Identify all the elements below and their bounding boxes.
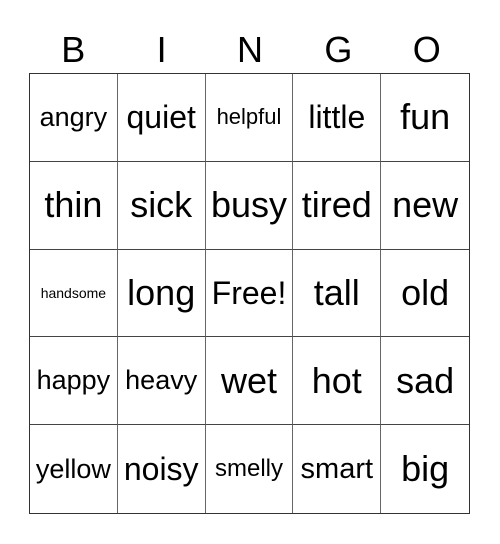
bingo-cell[interactable]: quiet [117,74,206,162]
bingo-cell[interactable]: tired [293,161,382,250]
bingo-cell[interactable]: handsome [30,249,118,338]
bingo-cell-word: old [401,271,450,313]
header-letter-n: N [236,29,263,70]
bingo-cell[interactable]: happy [30,337,118,426]
bingo-cell[interactable]: thin [30,161,118,250]
bingo-cell-word: handsome [40,284,107,301]
bingo-cell-word: sick [130,184,193,226]
header-letter-g: G [324,29,353,70]
bingo-cell[interactable]: fun [381,74,469,162]
bingo-cell-word: happy [36,365,111,396]
bingo-cell-word: big [401,448,450,490]
bingo-cell-word: angry [39,101,108,132]
bingo-cell[interactable]: old [381,250,469,338]
bingo-cell-word: yellow [35,453,111,484]
bingo-cell-word: helpful [216,104,282,130]
bingo-cell[interactable]: sad [381,337,469,426]
bingo-cell-word: busy [210,184,288,226]
bingo-cell[interactable]: tall [293,249,382,338]
bingo-cell[interactable]: sick [117,161,206,250]
bingo-cell[interactable]: angry [30,74,118,162]
bingo-cell[interactable]: long [117,249,206,338]
bingo-cell-word: noisy [123,451,199,488]
bingo-cell-word: quiet [126,99,196,136]
bingo-cell[interactable]: little [293,74,382,162]
bingo-cell-word: Free! [211,274,287,311]
bingo-cell-word: heavy [125,365,198,396]
bingo-cell-word: hot [311,359,362,401]
bingo-cell[interactable]: noisy [118,425,206,513]
bingo-cell-word: tired [301,184,372,226]
bingo-cell-word: little [308,99,366,136]
bingo-cell-word: thin [44,184,103,226]
bingo-card-grid: angry quiet helpful little fun thin sick busy ti… [29,73,470,514]
bingo-cell-word: smart [300,452,374,485]
bingo-cell-word: fun [400,96,451,138]
bingo-cell[interactable]: yellow [30,425,118,513]
bingo-cell-free-space[interactable]: Free! [205,249,294,338]
bingo-cell[interactable]: wet [205,337,294,426]
bingo-cell[interactable]: hot [293,337,382,426]
bingo-cell[interactable]: big [381,425,469,513]
bingo-cell[interactable]: busy [205,161,294,250]
bingo-cell[interactable]: smart [293,425,382,513]
bingo-cell-word: new [392,184,459,226]
bingo-cell[interactable]: new [381,162,469,250]
bingo-cell[interactable]: helpful [205,74,294,162]
bingo-cell[interactable]: smelly [206,425,294,513]
bingo-cell-word: wet [220,359,277,401]
header-letter-o: O [412,29,441,70]
bingo-cell-word: tall [313,271,360,313]
bingo-cell-word: smelly [214,455,283,483]
bingo-cell-word: sad [396,359,455,401]
header-letter-b: B [61,29,86,70]
bingo-cell[interactable]: heavy [117,337,206,426]
header-letter-i: I [156,29,167,70]
bingo-header: B I N G O [29,28,471,72]
bingo-cell-word: long [127,271,196,313]
